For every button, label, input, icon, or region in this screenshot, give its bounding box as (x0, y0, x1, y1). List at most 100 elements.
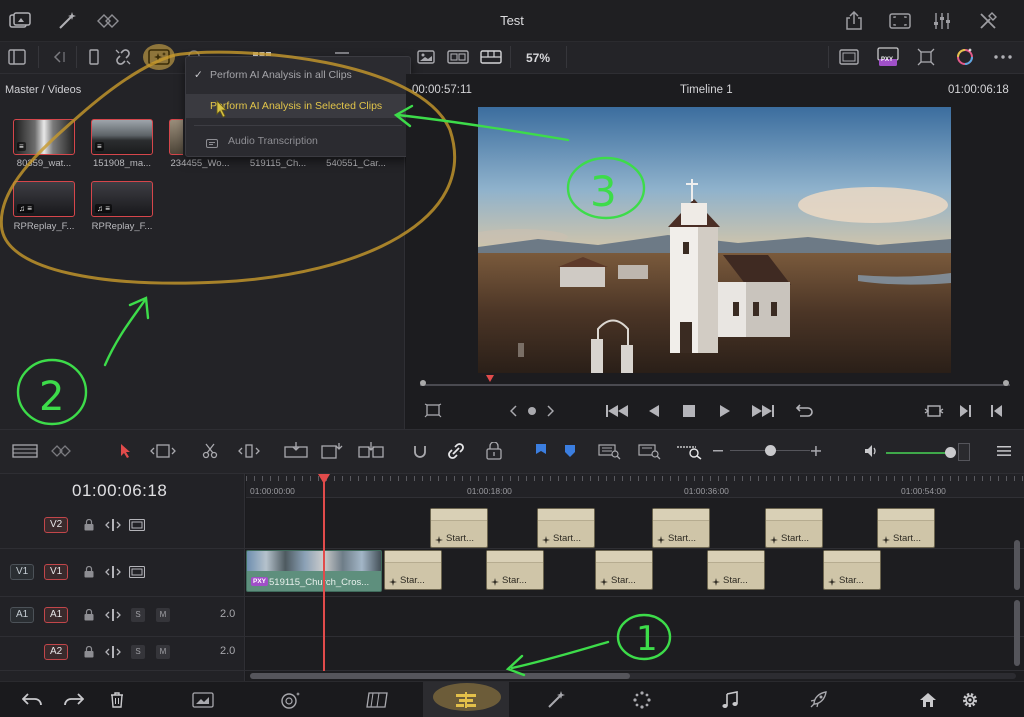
timeline-playhead[interactable] (323, 474, 325, 671)
generator-clip[interactable]: Start... (430, 508, 488, 548)
media-pool-library-icon[interactable] (8, 10, 32, 32)
redo-icon[interactable] (62, 688, 86, 712)
timeline-viewer-icon[interactable] (478, 46, 504, 68)
color-page-icon[interactable] (629, 688, 655, 712)
cut-page-icon[interactable] (278, 688, 304, 712)
generator-clip[interactable]: Start... (537, 508, 595, 548)
track-label-v1[interactable]: V1 (44, 564, 69, 580)
zoom-slider-handle[interactable] (765, 445, 776, 456)
generator-clip[interactable]: Star... (486, 550, 544, 590)
clip-thumbnail[interactable]: ♫ ≡ (13, 181, 75, 217)
snapping-icon[interactable] (408, 440, 432, 462)
more-options-icon[interactable] (990, 46, 1016, 68)
linked-selection-icon[interactable] (444, 440, 468, 462)
track-lock-icon[interactable] (82, 563, 96, 581)
full-screen-icon[interactable] (886, 10, 914, 32)
timeline-clip-church[interactable]: PXY 519115_Church_Cros... (246, 550, 382, 592)
settings-gear-icon[interactable] (958, 688, 982, 712)
track-label-a1[interactable]: A1 (44, 607, 69, 623)
menu-item-analyze-all[interactable]: ✓ Perform AI Analysis in all Clips (186, 63, 410, 87)
match-frame-icon[interactable] (922, 400, 946, 422)
solo-button[interactable]: S (131, 645, 145, 659)
share-icon[interactable] (842, 10, 866, 32)
overwrite-clip-icon[interactable] (318, 440, 346, 462)
clip-thumbnail[interactable]: ≡ (13, 119, 75, 155)
playhead-dot-icon[interactable] (524, 400, 540, 422)
fusion-storyboard-page-icon[interactable] (364, 688, 392, 712)
detail-zoom-icon[interactable] (596, 440, 624, 462)
generator-clip[interactable]: Star... (823, 550, 881, 590)
mark-out-icon[interactable] (986, 400, 1006, 422)
back-chevron-icon[interactable] (48, 46, 70, 68)
timeline-scrollbar-thumb[interactable] (250, 673, 630, 679)
next-clip-icon[interactable] (542, 400, 558, 422)
full-extent-zoom-icon[interactable] (636, 440, 664, 462)
mute-button[interactable]: M (156, 608, 170, 622)
track-disable-video-icon[interactable] (128, 516, 146, 534)
track-lock-icon[interactable] (82, 606, 96, 624)
tools-icon[interactable] (976, 10, 1000, 32)
track-lock-icon[interactable] (82, 643, 96, 661)
fairlight-page-icon[interactable] (717, 688, 743, 712)
generator-clip[interactable]: Start... (652, 508, 710, 548)
zoom-level-dropdown[interactable]: 57% (512, 42, 564, 74)
edit-index-toggle-icon[interactable] (48, 440, 78, 462)
position-lock-icon[interactable] (482, 440, 506, 462)
selection-tool-icon[interactable] (116, 440, 136, 462)
loop-icon[interactable] (792, 400, 816, 422)
timeline-view-options-icon[interactable] (10, 440, 40, 462)
play-reverse-icon[interactable] (644, 400, 664, 422)
marker-icon[interactable] (561, 440, 579, 462)
viewer-timeline-name[interactable]: Timeline 1 (680, 84, 733, 96)
timeline-timecode[interactable]: 01:00:06:18 (72, 481, 167, 501)
hamburger-menu-icon[interactable] (994, 440, 1014, 462)
vertical-scrollbar[interactable] (1014, 540, 1020, 590)
mark-in-icon[interactable] (956, 400, 976, 422)
custom-zoom-icon[interactable] (674, 440, 704, 462)
effects-wand-icon[interactable] (55, 10, 79, 32)
ai-analysis-button[interactable] (143, 44, 175, 70)
track-auto-select-icon[interactable] (104, 643, 122, 661)
dynamic-trim-icon[interactable] (234, 440, 264, 462)
track-lock-icon[interactable] (82, 516, 96, 534)
deliver-page-icon[interactable] (805, 688, 831, 712)
edit-index-icon[interactable] (96, 10, 124, 32)
edit-page-icon[interactable] (453, 688, 479, 712)
generator-clip[interactable]: Start... (765, 508, 823, 548)
insert-clip-icon[interactable] (282, 440, 310, 462)
transform-icon[interactable] (913, 46, 939, 68)
zoom-in-icon[interactable] (808, 440, 824, 462)
source-viewer-icon[interactable] (414, 46, 438, 68)
fast-forward-icon[interactable] (750, 400, 776, 422)
bin-breadcrumb[interactable]: Master / Videos (5, 84, 81, 96)
track-label-v2[interactable]: V2 (44, 517, 69, 533)
vertical-scrollbar-audio[interactable] (1014, 600, 1020, 666)
fusion-page-icon[interactable] (543, 688, 569, 712)
trim-tool-icon[interactable] (148, 440, 178, 462)
mute-button[interactable]: M (156, 645, 170, 659)
play-icon[interactable] (715, 400, 735, 422)
viewer-safe-area-icon[interactable] (422, 400, 444, 422)
replace-clip-icon[interactable] (356, 440, 386, 462)
media-page-icon[interactable] (190, 688, 216, 712)
zoom-out-icon[interactable] (710, 440, 726, 462)
track-label-a2[interactable]: A2 (44, 644, 69, 660)
solo-button[interactable]: S (131, 608, 145, 622)
clip-thumbnail[interactable] (169, 119, 183, 155)
clip-thumbnail[interactable]: ♫ ≡ (91, 181, 153, 217)
volume-slider-track[interactable] (886, 452, 950, 454)
rewind-icon[interactable] (604, 400, 630, 422)
volume-slider-handle[interactable] (945, 447, 956, 458)
dual-viewer-icon[interactable] (445, 46, 471, 68)
menu-item-audio-transcription[interactable]: Audio Transcription (186, 129, 410, 153)
stop-icon[interactable] (679, 400, 699, 422)
generator-clip[interactable]: Star... (707, 550, 765, 590)
track-auto-select-icon[interactable] (104, 606, 122, 624)
generator-clip[interactable]: Star... (595, 550, 653, 590)
track-auto-select-icon[interactable] (104, 516, 122, 534)
sidebar-toggle-icon[interactable] (6, 46, 28, 68)
blade-tool-icon[interactable] (198, 440, 222, 462)
prev-clip-icon[interactable] (506, 400, 522, 422)
unlink-icon[interactable] (110, 46, 136, 68)
color-effects-icon[interactable] (952, 45, 978, 69)
